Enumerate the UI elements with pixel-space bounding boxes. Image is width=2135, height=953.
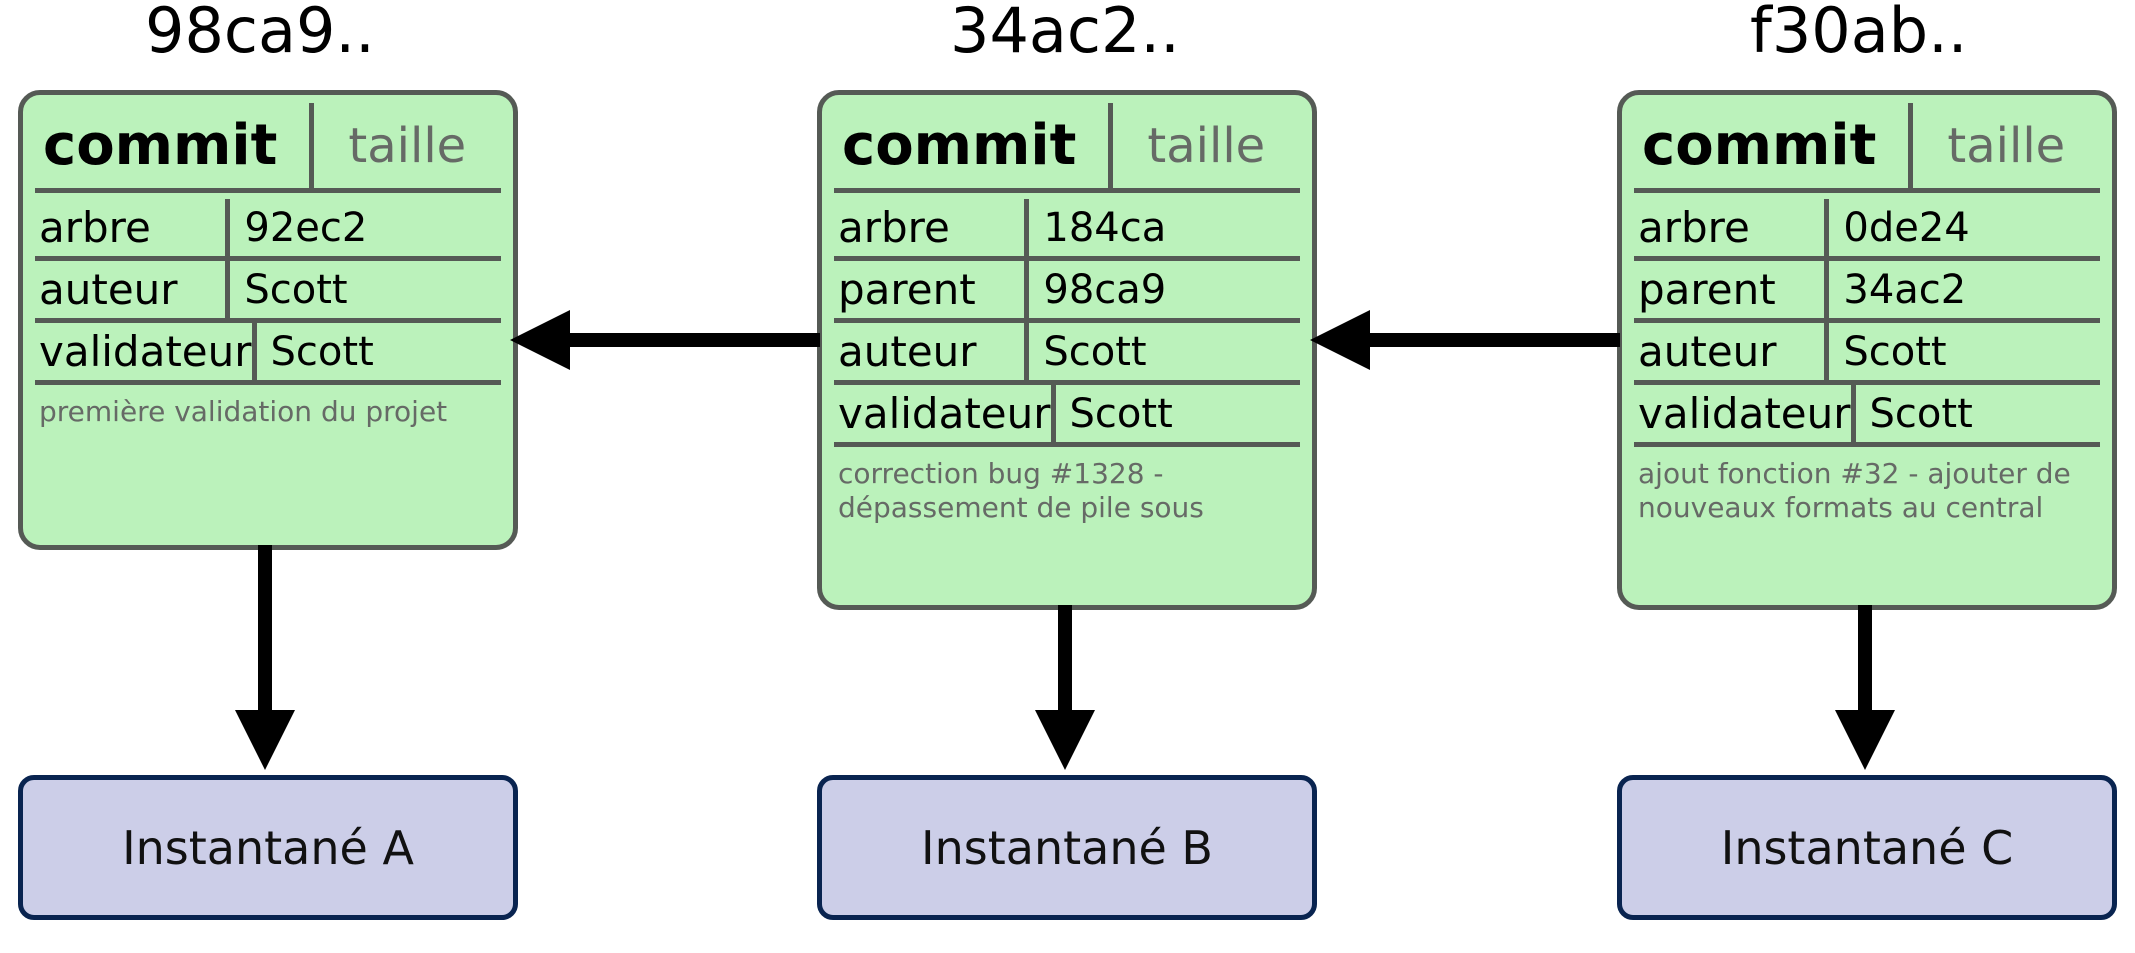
author-key: auteur <box>35 261 225 323</box>
author-value-1: Scott <box>1024 323 1300 385</box>
tree-key: arbre <box>1634 199 1824 261</box>
parent-value-1: 98ca9 <box>1024 261 1300 323</box>
snapshot-arrow-1 <box>1025 605 1105 775</box>
commit-message-2: ajout fonction #32 - ajouter de nouveaux… <box>1634 457 2100 527</box>
committer-value-0: Scott <box>252 323 501 385</box>
commit-hash-1: 34ac2.. <box>950 0 1180 62</box>
snapshot-label-1: Instantané B <box>921 821 1213 875</box>
parent-arrow-1-to-0 <box>510 300 830 380</box>
snapshot-box-2: Instantané C <box>1617 775 2117 920</box>
snapshot-label-2: Instantané C <box>1721 821 2014 875</box>
tree-row: arbre 184ca <box>834 199 1300 261</box>
commit-box-0: commit taille arbre 92ec2 auteur Scott v… <box>18 90 518 550</box>
parent-key: parent <box>834 261 1024 323</box>
commit-box-2: commit taille arbre 0de24 parent 34ac2 a… <box>1617 90 2117 610</box>
committer-key: validateur <box>834 385 1051 447</box>
parent-key: parent <box>1634 261 1824 323</box>
parent-arrow-2-to-1 <box>1310 300 1630 380</box>
tree-key: arbre <box>834 199 1024 261</box>
snapshot-box-1: Instantané B <box>817 775 1317 920</box>
commit-message-1: correction bug #1328 - dépassement de pi… <box>834 457 1300 527</box>
size-label: taille <box>309 103 501 193</box>
size-label: taille <box>1108 103 1300 193</box>
parent-row: parent 34ac2 <box>1634 261 2100 323</box>
committer-key: validateur <box>1634 385 1851 447</box>
committer-row: validateur Scott <box>834 385 1300 447</box>
commit-label: commit <box>1634 103 1908 193</box>
author-row: auteur Scott <box>1634 323 2100 385</box>
author-key: auteur <box>1634 323 1824 385</box>
committer-value-2: Scott <box>1851 385 2100 447</box>
committer-key: validateur <box>35 323 252 385</box>
commit-label: commit <box>834 103 1108 193</box>
size-label: taille <box>1908 103 2100 193</box>
committer-row: validateur Scott <box>35 323 501 385</box>
author-row: auteur Scott <box>35 261 501 323</box>
diagram-canvas: 98ca9.. commit taille arbre 92ec2 auteur… <box>0 0 2135 953</box>
snapshot-arrow-0 <box>225 545 305 775</box>
commit-box-1: commit taille arbre 184ca parent 98ca9 a… <box>817 90 1317 610</box>
snapshot-box-0: Instantané A <box>18 775 518 920</box>
snapshot-arrow-2 <box>1825 605 1905 775</box>
author-value-2: Scott <box>1824 323 2100 385</box>
tree-row: arbre 0de24 <box>1634 199 2100 261</box>
parent-value-2: 34ac2 <box>1824 261 2100 323</box>
author-value-0: Scott <box>225 261 501 323</box>
committer-row: validateur Scott <box>1634 385 2100 447</box>
author-key: auteur <box>834 323 1024 385</box>
commit-hash-2: f30ab.. <box>1750 0 1967 62</box>
commit-hash-0: 98ca9.. <box>145 0 375 62</box>
commit-label: commit <box>35 103 309 193</box>
tree-value-0: 92ec2 <box>225 199 501 261</box>
commit-message-0: première validation du projet <box>35 395 501 465</box>
parent-row: parent 98ca9 <box>834 261 1300 323</box>
author-row: auteur Scott <box>834 323 1300 385</box>
snapshot-label-0: Instantané A <box>122 821 414 875</box>
committer-value-1: Scott <box>1051 385 1300 447</box>
tree-value-1: 184ca <box>1024 199 1300 261</box>
tree-value-2: 0de24 <box>1824 199 2100 261</box>
tree-key: arbre <box>35 199 225 261</box>
tree-row: arbre 92ec2 <box>35 199 501 261</box>
